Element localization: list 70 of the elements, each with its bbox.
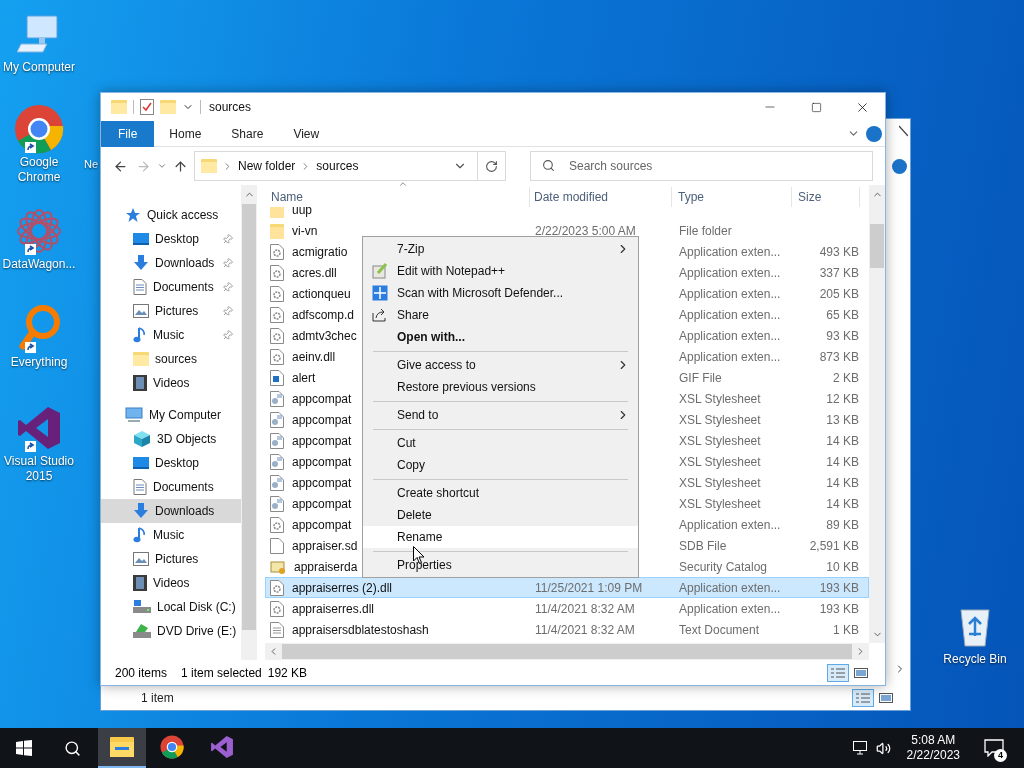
size-cell: 89 KB xyxy=(826,517,859,532)
size-cell: 14 KB xyxy=(826,496,859,511)
window-title: sources xyxy=(209,99,252,116)
type-cell: Text Document xyxy=(679,622,760,637)
type-cell: SDB File xyxy=(679,538,727,553)
type-cell: Security Catalog xyxy=(679,559,768,574)
size-cell: 12 KB xyxy=(826,391,859,406)
file-name: appraiserres.dll xyxy=(292,600,375,618)
file-name: appcompat xyxy=(292,516,352,534)
type-cell: Application exten... xyxy=(679,601,781,616)
status-text: 1 item xyxy=(141,689,174,707)
type-cell: XSL Stylesheet xyxy=(679,412,761,427)
notification-badge: 4 xyxy=(994,749,1007,762)
size-cell: 1 KB xyxy=(833,622,859,637)
file-name: appcompat xyxy=(292,390,352,408)
file-name: uup xyxy=(292,207,313,219)
file-name: acres.dll xyxy=(292,264,337,282)
size-cell: 205 KB xyxy=(819,286,859,301)
date-cell: 11/4/2021 8:32 AM xyxy=(535,622,635,637)
item-count: 200 items xyxy=(115,664,168,682)
selection-size: 192 KB xyxy=(267,664,308,682)
file-name: appcompat xyxy=(292,474,352,492)
file-name: appraisersdblatestoshash xyxy=(292,621,429,639)
size-cell: 337 KB xyxy=(819,265,859,280)
size-cell: 14 KB xyxy=(826,454,859,469)
file-name: appraiser.sd xyxy=(292,537,358,555)
date-cell: 2/22/2023 5:00 AM xyxy=(535,223,636,238)
type-cell: Application exten... xyxy=(679,517,781,532)
type-cell: Application exten... xyxy=(679,307,781,322)
file-name: adfscomp.d xyxy=(292,306,355,324)
type-cell: XSL Stylesheet xyxy=(679,391,761,406)
size-cell: 93 KB xyxy=(826,328,859,343)
size-cell: 873 KB xyxy=(819,349,859,364)
type-cell: XSL Stylesheet xyxy=(679,454,761,469)
file-name: acmigratio xyxy=(292,243,348,261)
size-cell: 13 KB xyxy=(826,412,859,427)
file-name: actionqueu xyxy=(292,285,351,303)
type-cell: Application exten... xyxy=(679,244,781,259)
file-name: appcompat xyxy=(292,432,352,450)
file-name: appraiserres (2).dll xyxy=(292,579,393,597)
type-cell: File folder xyxy=(679,223,732,238)
file-name: vi-vn xyxy=(292,222,318,240)
type-cell: GIF File xyxy=(679,370,722,385)
file-name: appcompat xyxy=(292,453,352,471)
file-name: aeinv.dll xyxy=(292,348,336,366)
type-cell: Application exten... xyxy=(679,328,781,343)
type-cell: Application exten... xyxy=(679,265,781,280)
type-cell: XSL Stylesheet xyxy=(679,475,761,490)
date-cell: 11/4/2021 8:32 AM xyxy=(535,601,635,616)
size-cell: 193 KB xyxy=(819,601,859,616)
size-cell: 65 KB xyxy=(826,307,859,322)
type-cell: Application exten... xyxy=(679,349,781,364)
file-name: admtv3chec xyxy=(292,327,357,345)
size-cell: 193 KB xyxy=(819,580,859,595)
date-cell: 11/25/2021 1:09 PM xyxy=(535,580,643,595)
file-name: alert xyxy=(292,369,316,387)
size-cell: 14 KB xyxy=(826,475,859,490)
size-cell: 14 KB xyxy=(826,433,859,448)
type-cell: XSL Stylesheet xyxy=(679,433,761,448)
size-cell: 493 KB xyxy=(819,244,859,259)
type-cell: Application exten... xyxy=(679,286,781,301)
type-cell: XSL Stylesheet xyxy=(679,496,761,511)
size-cell: 2,591 KB xyxy=(809,538,859,553)
file-name: appraiserda xyxy=(294,558,358,576)
size-cell: 2 KB xyxy=(833,370,859,385)
size-cell: 10 KB xyxy=(826,559,859,574)
type-cell: Application exten... xyxy=(679,580,781,595)
file-name: appcompat xyxy=(292,495,352,513)
selection-status: 1 item selected xyxy=(181,664,262,682)
file-name: appcompat xyxy=(292,411,352,429)
